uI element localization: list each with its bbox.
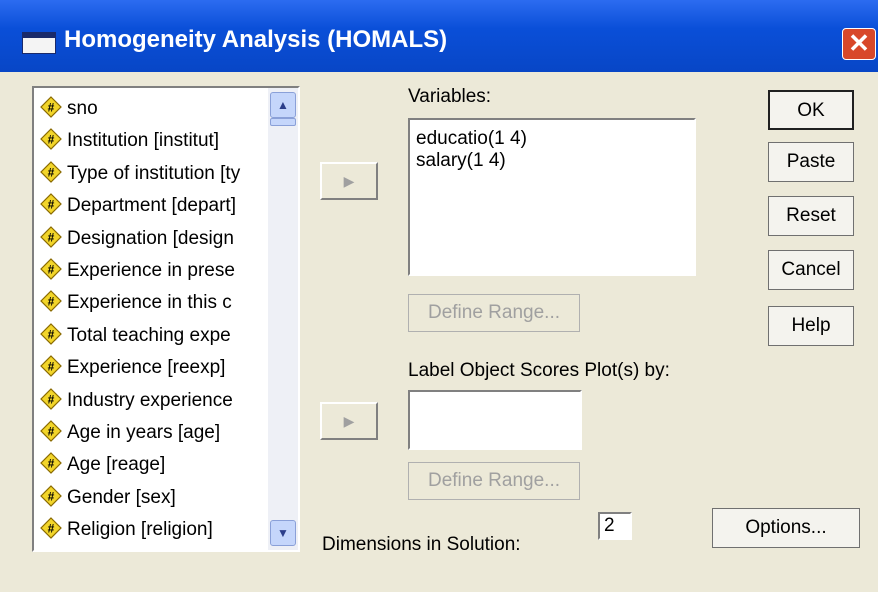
list-item[interactable]: # Experience in prese: [40, 256, 270, 286]
list-item-label: Institution [institut]: [67, 130, 220, 152]
list-item[interactable]: # Industry experience: [40, 386, 270, 416]
scale-variable-icon: #: [40, 160, 67, 184]
list-scrollbar[interactable]: ▲ ▼: [268, 88, 298, 550]
ok-button[interactable]: OK: [768, 90, 854, 130]
scale-variable-icon: #: [40, 452, 67, 475]
list-item[interactable]: salary(1 4): [416, 150, 506, 172]
title-bar: Homogeneity Analysis (HOMALS) ✕: [0, 0, 878, 72]
list-item-label: Total teaching expe: [67, 324, 231, 346]
list-item[interactable]: # Designation [design: [40, 224, 270, 254]
svg-text:#: #: [48, 360, 55, 374]
svg-text:#: #: [48, 263, 55, 277]
scroll-down-icon[interactable]: ▼: [270, 520, 296, 546]
list-item[interactable]: # sno: [40, 94, 270, 124]
scale-variable-icon: #: [40, 355, 67, 378]
define-range-button[interactable]: Define Range...: [408, 294, 580, 332]
scale-variable-icon: #: [40, 290, 67, 313]
list-item-label: Age in years [age]: [67, 422, 221, 443]
define-range-label-button[interactable]: Define Range...: [408, 462, 580, 500]
svg-text:#: #: [48, 230, 55, 244]
scale-variable-icon: #: [40, 517, 67, 540]
list-item[interactable]: # Age [reage]: [40, 450, 270, 480]
list-item[interactable]: # Religion [religion]: [40, 515, 270, 545]
dimensions-input[interactable]: 2: [598, 512, 632, 540]
scale-variable-icon: #: [40, 225, 67, 249]
list-item-label: Experience in this c: [67, 292, 232, 314]
svg-text:#: #: [48, 392, 55, 406]
list-item-label: Experience [reexp]: [67, 357, 226, 379]
list-item-label: Experience in prese: [67, 260, 235, 281]
svg-text:#: #: [48, 327, 55, 341]
list-item[interactable]: # Type of institution [ty: [40, 159, 270, 189]
label-object-scores-label: Label Object Scores Plot(s) by:: [408, 360, 670, 381]
close-button[interactable]: ✕: [842, 28, 876, 60]
scale-variable-icon: #: [40, 96, 67, 119]
svg-text:#: #: [48, 425, 55, 439]
paste-button[interactable]: Paste: [768, 142, 854, 182]
dimensions-label: Dimensions in Solution:: [322, 534, 521, 555]
list-item-label: Industry experience: [67, 389, 233, 411]
label-object-field[interactable]: [408, 390, 582, 450]
variables-list[interactable]: educatio(1 4) salary(1 4): [408, 118, 696, 276]
list-item[interactable]: # Total teaching expe: [40, 321, 270, 351]
options-button[interactable]: Options...: [712, 508, 860, 548]
list-item-label: sno: [67, 98, 98, 119]
list-item[interactable]: # Department [depart]: [40, 191, 270, 221]
list-item[interactable]: # Experience [reexp]: [40, 353, 270, 383]
list-item-label: Age [reage]: [67, 454, 166, 476]
right-arrow-icon: ▶: [343, 413, 355, 429]
reset-button[interactable]: Reset: [768, 196, 854, 236]
window-title: Homogeneity Analysis (HOMALS): [64, 26, 448, 53]
svg-text:#: #: [48, 295, 55, 309]
list-item[interactable]: # Gender [sex]: [40, 483, 270, 513]
list-item-label: Gender [sex]: [67, 486, 176, 508]
svg-text:#: #: [48, 165, 55, 179]
list-item-label: Designation [design: [67, 227, 234, 249]
svg-text:#: #: [48, 133, 55, 147]
scale-variable-icon: #: [40, 322, 67, 346]
scale-variable-icon: #: [40, 387, 67, 411]
help-button[interactable]: Help: [768, 306, 854, 346]
scale-variable-icon: #: [40, 128, 67, 151]
svg-text:#: #: [48, 101, 55, 115]
scroll-up-icon[interactable]: ▲: [270, 92, 296, 118]
list-item-label: Type of institution [ty: [67, 162, 241, 184]
svg-text:#: #: [48, 457, 55, 471]
svg-text:#: #: [48, 522, 55, 536]
svg-text:#: #: [48, 489, 55, 503]
move-to-label-button[interactable]: ▶: [320, 402, 378, 440]
move-to-variables-button[interactable]: ▶: [320, 162, 378, 200]
right-arrow-icon: ▶: [343, 173, 355, 189]
source-variable-list[interactable]: ▲ ▼ # sno # Institution [institut] # Type of …: [32, 86, 300, 552]
scale-variable-icon: #: [40, 258, 67, 281]
scale-variable-icon: #: [40, 193, 67, 216]
list-item[interactable]: # Experience in this c: [40, 288, 270, 318]
list-item-label: Department [depart]: [67, 195, 236, 217]
list-item[interactable]: # Institution [institut]: [40, 126, 270, 156]
list-item[interactable]: educatio(1 4): [416, 128, 527, 150]
scale-variable-icon: #: [40, 484, 67, 508]
list-item-label: Religion [religion]: [67, 519, 213, 541]
window-icon: [22, 32, 56, 54]
scroll-thumb[interactable]: [270, 118, 296, 126]
svg-text:#: #: [48, 198, 55, 212]
variables-label: Variables:: [408, 86, 492, 107]
scale-variable-icon: #: [40, 420, 67, 443]
cancel-button[interactable]: Cancel: [768, 250, 854, 290]
list-item[interactable]: # Age in years [age]: [40, 418, 270, 448]
